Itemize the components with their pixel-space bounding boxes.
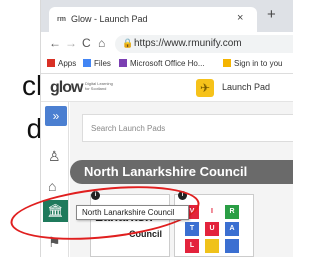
grid-letter-cell: U xyxy=(205,222,219,236)
tab-launch-pad[interactable]: rm Glow - Launch Pad × xyxy=(49,7,257,32)
reload-icon[interactable]: C xyxy=(82,36,91,50)
new-tab-button[interactable]: + xyxy=(267,6,276,23)
bookmark-label: Sign in to you xyxy=(234,59,283,68)
bookmark-files[interactable]: Files xyxy=(83,59,111,68)
grid-letter-cell: R xyxy=(225,205,239,219)
search-placeholder: Search Launch Pads xyxy=(91,124,166,133)
user-icon[interactable]: ♙ xyxy=(48,148,61,165)
glow-logo[interactable]: glow xyxy=(50,79,83,97)
tooltip: North Lanarkshire Council xyxy=(76,205,189,220)
home-button-icon[interactable]: ⌂ xyxy=(98,36,105,50)
close-icon[interactable]: × xyxy=(237,12,243,24)
url-text: https://www.rmunify.com xyxy=(134,38,242,49)
grid-letter-cell xyxy=(205,239,219,253)
grid-letter-cell: T xyxy=(185,222,199,236)
tab-title: Glow - Launch Pad xyxy=(71,14,148,24)
bookmark-label: Apps xyxy=(58,59,77,68)
search-launch-pads-input[interactable]: Search Launch Pads xyxy=(82,114,293,142)
bookmark-label: Microsoft Office Ho... xyxy=(130,59,205,68)
apps-grid-icon xyxy=(47,59,55,67)
grid-letter-cell: I xyxy=(205,205,219,219)
glow-header: glow Digital Learning for Scotland ✈ Lau… xyxy=(41,74,293,102)
bookmark-microsoft-office[interactable]: Microsoft Office Ho... xyxy=(119,59,205,68)
back-arrow-icon[interactable]: ← xyxy=(49,36,61,50)
bookmark-apps[interactable]: Apps xyxy=(47,59,76,68)
rocket-icon: ✈ xyxy=(196,79,214,97)
forward-arrow-icon[interactable]: → xyxy=(65,36,77,50)
launch-pad-label: Launch Pad xyxy=(222,82,271,92)
glow-logo-text: glow xyxy=(50,79,83,96)
grid-letter-cell: A xyxy=(225,222,239,236)
bookmark-sign-in[interactable]: Sign in to you xyxy=(223,59,282,68)
home-icon[interactable]: ⌂ xyxy=(48,178,56,194)
expand-sidebar-button[interactable]: » xyxy=(45,106,67,126)
grid-letter-cell xyxy=(225,239,239,253)
address-bar[interactable]: 🔒 https://www.rmunify.com xyxy=(115,35,293,53)
browser-toolbar: ← → C ⌂ 🔒 https://www.rmunify.com xyxy=(41,32,293,56)
tab-strip: rm Glow - Launch Pad × + xyxy=(41,0,293,32)
bookmark-label: Files xyxy=(94,59,111,68)
office-icon xyxy=(119,59,127,67)
grid-letter-cell: L xyxy=(185,239,199,253)
rm-favicon-icon: rm xyxy=(57,16,66,23)
council-heading-banner: North Lanarkshire Council xyxy=(70,160,293,184)
launch-pad-button[interactable]: ✈ Launch Pad xyxy=(192,77,277,99)
council-title: North Lanarkshire Council xyxy=(84,164,248,179)
lock-icon: 🔒 xyxy=(122,38,134,48)
sign-in-icon xyxy=(223,59,231,67)
files-icon xyxy=(83,59,91,67)
slide-canvas: ck d. rm Glow - Launch Pad × + ← → C ⌂ 🔒… xyxy=(0,0,293,257)
bookmarks-bar: Apps Files Microsoft Office Ho... Sign i… xyxy=(41,56,293,74)
glow-subtitle: Digital Learning for Scotland xyxy=(85,81,113,91)
tooltip-text: North Lanarkshire Council xyxy=(82,208,175,217)
